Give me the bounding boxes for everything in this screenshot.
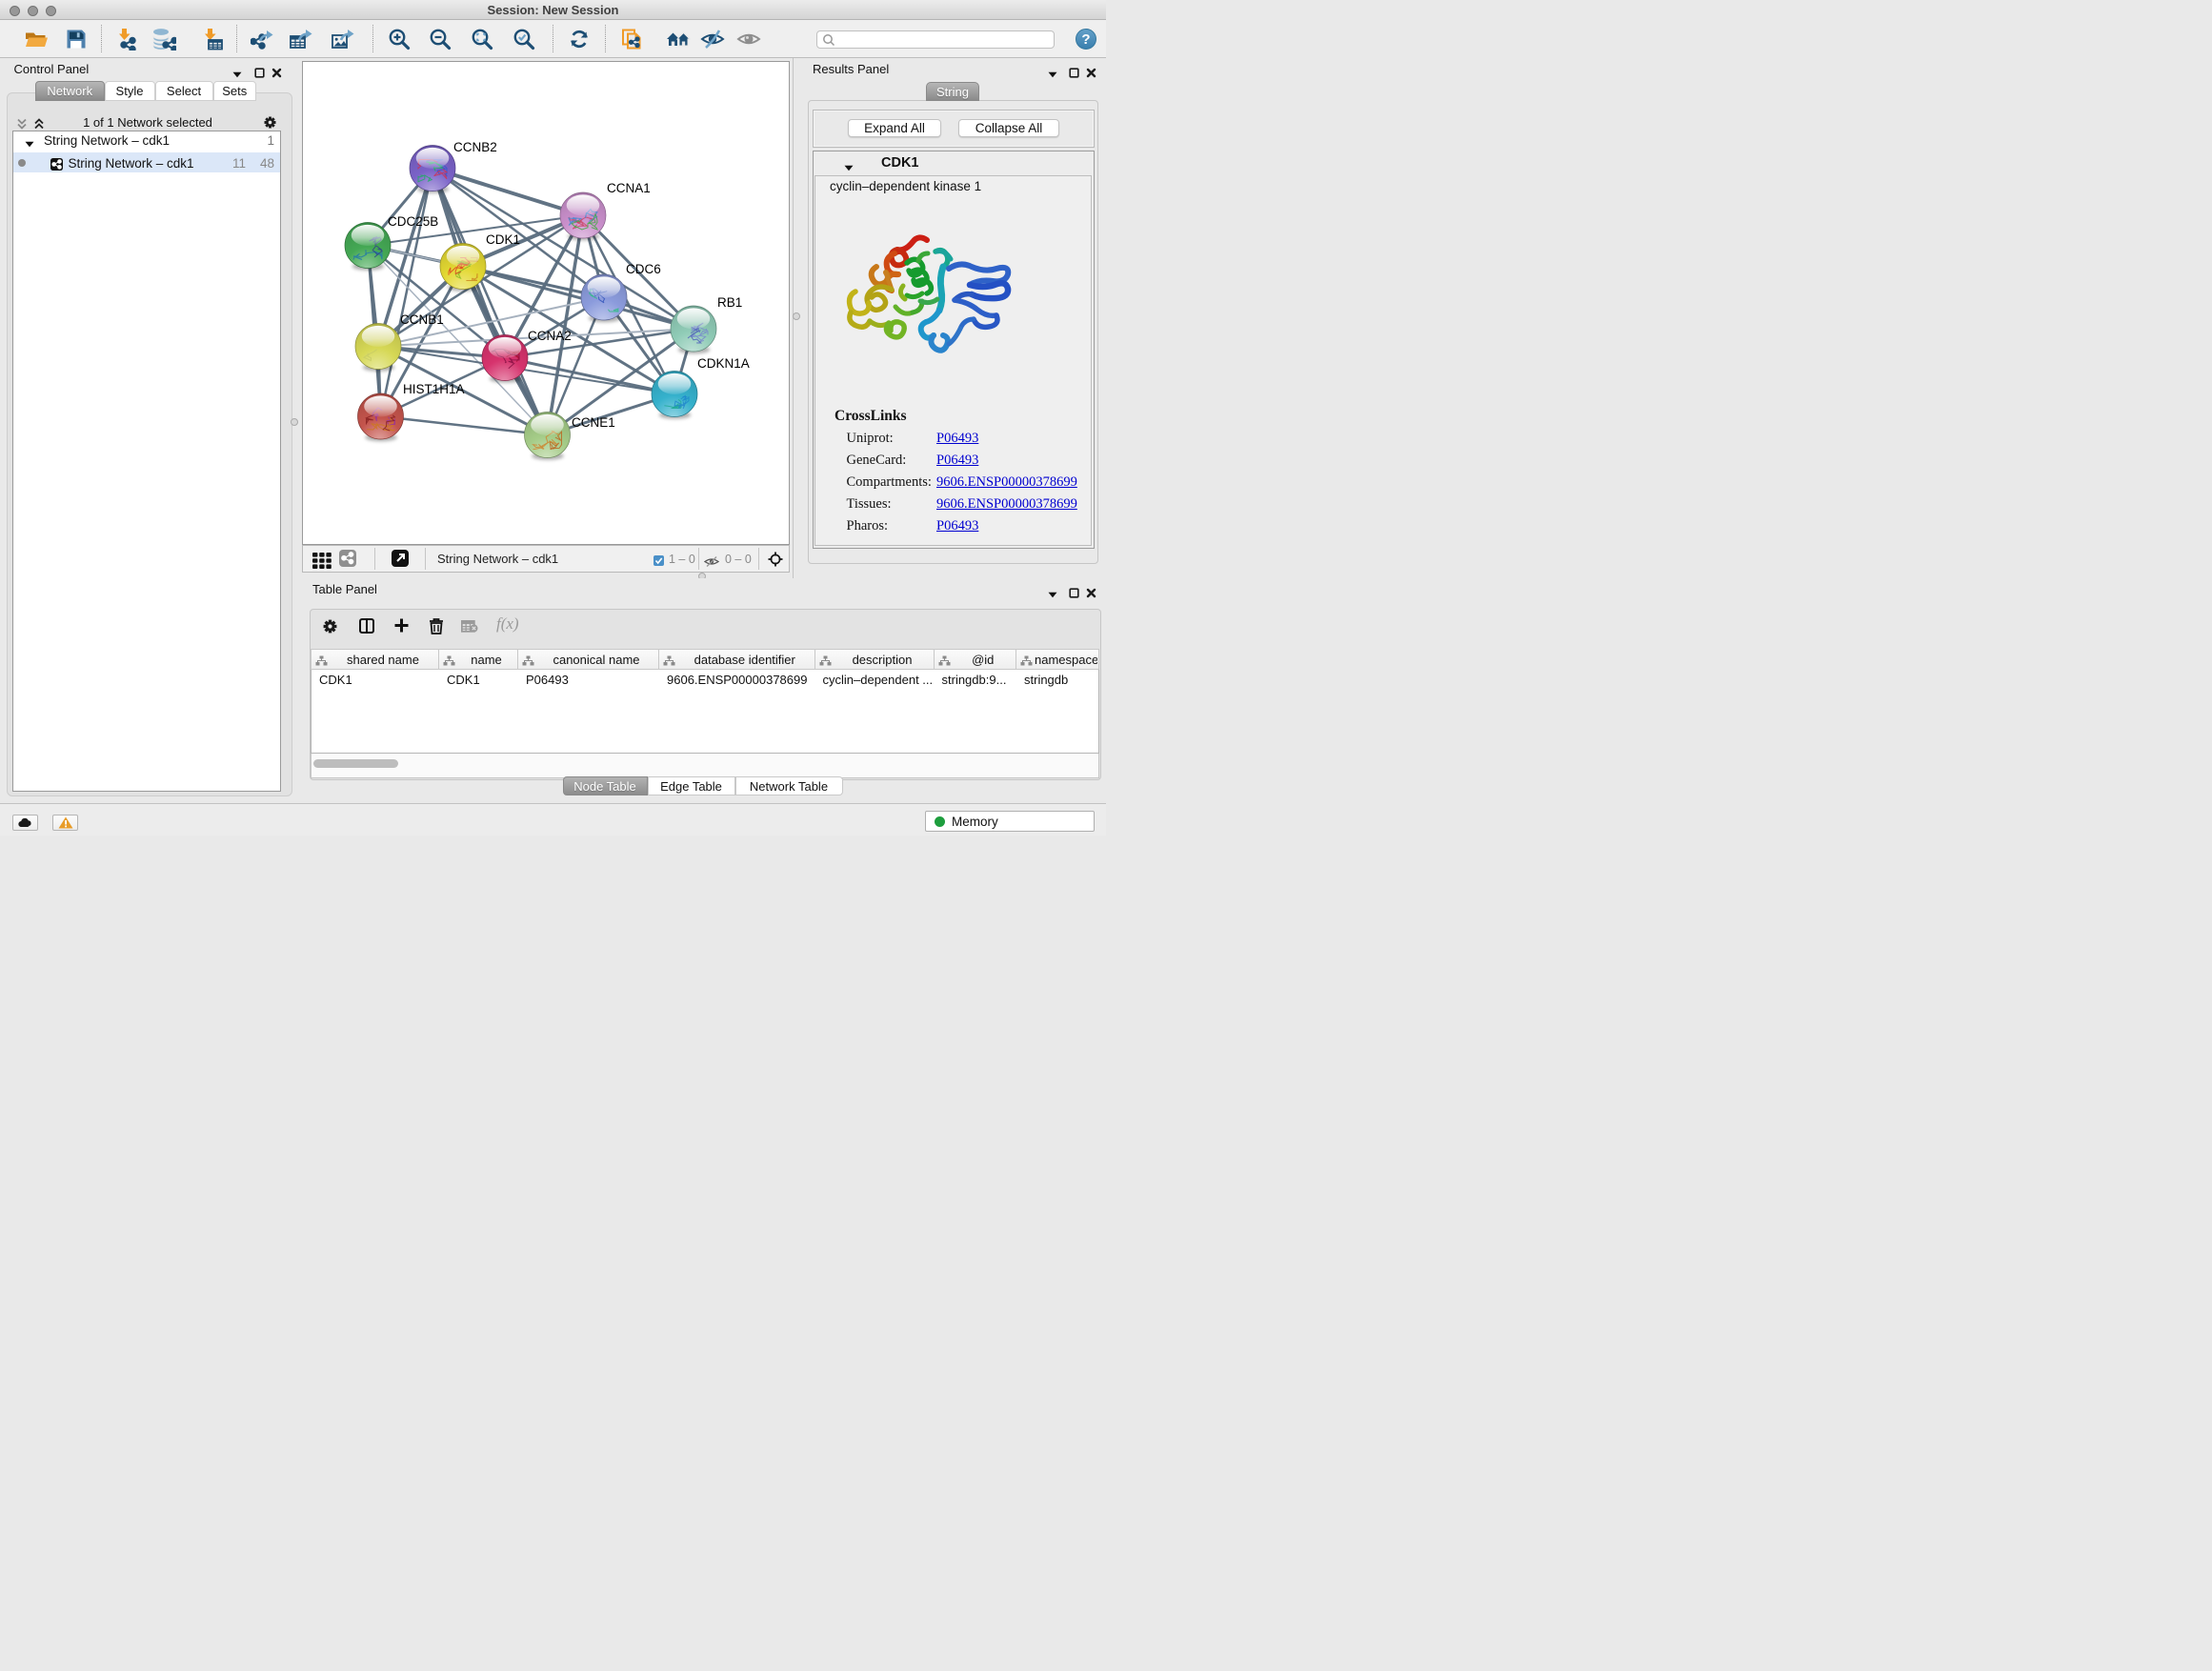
- svg-text:CDK1: CDK1: [486, 232, 520, 247]
- svg-text:CCNB1: CCNB1: [400, 312, 444, 327]
- svg-text:CCNA1: CCNA1: [607, 181, 651, 195]
- svg-text:CDKN1A: CDKN1A: [697, 356, 750, 371]
- svg-text:CDC25B: CDC25B: [388, 214, 438, 229]
- svg-text:CCNB2: CCNB2: [453, 140, 497, 154]
- svg-text:CCNA2: CCNA2: [528, 329, 572, 343]
- svg-text:CDC6: CDC6: [626, 262, 661, 276]
- svg-text:HIST1H1A: HIST1H1A: [403, 382, 465, 396]
- svg-text:CCNE1: CCNE1: [572, 415, 615, 430]
- svg-text:RB1: RB1: [717, 295, 742, 310]
